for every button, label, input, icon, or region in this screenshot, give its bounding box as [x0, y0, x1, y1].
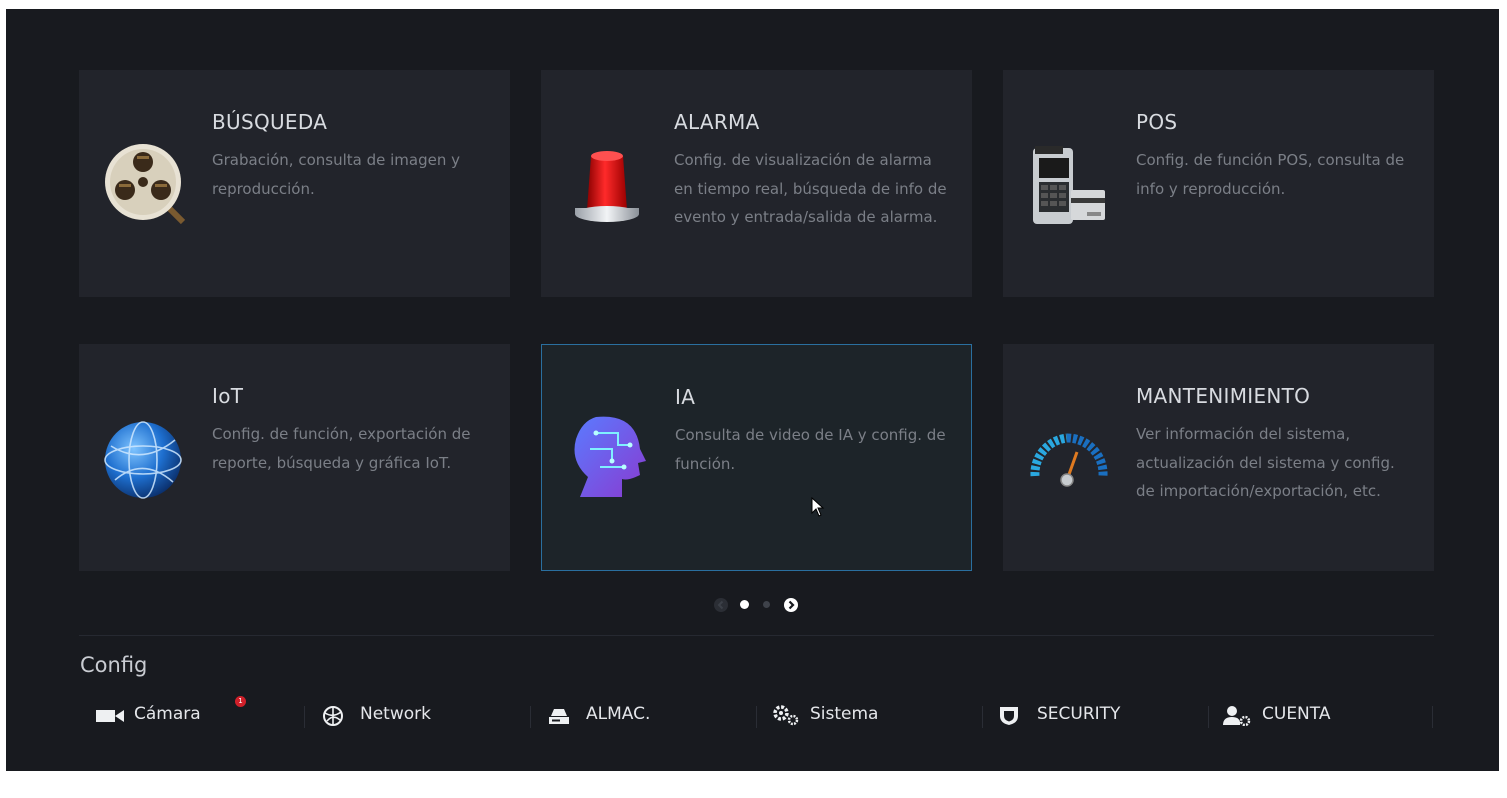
separator: [1432, 706, 1433, 728]
config-item-label: ALMAC.: [586, 704, 651, 724]
config-item-sistema[interactable]: Sistema: [771, 701, 951, 731]
tile-title: MANTENIMIENTO: [1136, 384, 1311, 408]
ai-head-icon: [574, 416, 646, 497]
tile-ia[interactable]: IA Consulta de video de IA y config. de …: [541, 344, 972, 571]
tile-pos[interactable]: POS Config. de función POS, consulta de …: [1003, 70, 1434, 297]
separator: [982, 706, 983, 728]
tile-description: Config. de función, exportación de repor…: [212, 425, 471, 472]
previous-page-icon[interactable]: [713, 597, 729, 613]
config-item-security[interactable]: SECURITY: [998, 701, 1178, 731]
globe-icon: [104, 421, 182, 499]
separator: [530, 706, 531, 728]
config-item-label: SECURITY: [1037, 704, 1121, 724]
tile-title: IA: [675, 385, 696, 409]
separator: [1208, 706, 1209, 728]
tile-title: BÚSQUEDA: [212, 110, 328, 134]
gears-icon: [773, 705, 799, 726]
mouse-cursor-icon: [811, 497, 825, 517]
page-dot[interactable]: [763, 601, 770, 608]
config-section-title: Config: [80, 653, 148, 677]
config-item-camara[interactable]: Cámara: [95, 701, 275, 731]
separator: [756, 706, 757, 728]
tile-mantenimiento[interactable]: MANTENIMIENTO Ver información del sistem…: [1003, 344, 1434, 571]
page-indicator: [713, 597, 803, 613]
tile-alarma[interactable]: ALARMA Config. de visualización de alarm…: [541, 70, 972, 297]
separator: [304, 706, 305, 728]
main-menu-screen: BÚSQUEDA Grabación, consulta de imagen y…: [6, 9, 1499, 771]
tile-description: Config. de función POS, consulta de info…: [1136, 151, 1405, 198]
storage-drive-icon: [549, 709, 569, 724]
shield-icon: [1000, 707, 1018, 725]
config-item-label: Network: [360, 704, 431, 724]
gauge-icon: [1030, 433, 1108, 487]
config-item-label: Sistema: [810, 704, 879, 724]
next-page-icon[interactable]: [783, 597, 799, 613]
tile-busqueda[interactable]: BÚSQUEDA Grabación, consulta de imagen y…: [79, 70, 510, 297]
config-item-label: Cámara: [134, 704, 201, 724]
alarm-siren-icon: [575, 151, 639, 222]
film-reel-icon: [105, 144, 186, 225]
tile-iot[interactable]: IoT Config. de función, exportación de r…: [79, 344, 510, 571]
tile-description: Config. de visualización de alarma en ti…: [674, 151, 947, 226]
tile-title: ALARMA: [674, 110, 760, 134]
camera-icon: [96, 710, 124, 722]
user-settings-icon: [1223, 706, 1251, 726]
tile-title: IoT: [212, 384, 244, 408]
config-item-network[interactable]: Network: [321, 701, 501, 731]
pos-terminal-icon: [1033, 146, 1105, 224]
network-globe-icon: [323, 706, 343, 726]
notification-badge: 1: [235, 696, 246, 707]
page-dot-active[interactable]: [740, 600, 749, 609]
config-item-label: CUENTA: [1262, 704, 1331, 724]
tile-description: Ver información del sistema, actualizaci…: [1136, 425, 1395, 500]
tile-description: Grabación, consulta de imagen y reproduc…: [212, 151, 460, 198]
tile-description: Consulta de video de IA y config. de fun…: [675, 426, 946, 473]
config-item-almac[interactable]: ALMAC.: [547, 701, 727, 731]
tile-title: POS: [1136, 110, 1178, 134]
section-divider: [79, 635, 1434, 636]
config-item-cuenta[interactable]: CUENTA: [1223, 701, 1403, 731]
